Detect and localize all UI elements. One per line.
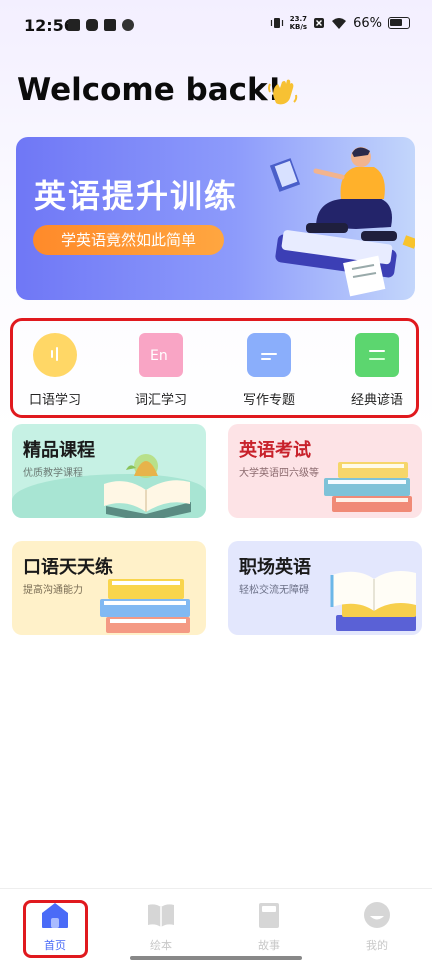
wechat-icon [122,19,134,31]
tab-label: 故事 [258,939,280,952]
no-sim-icon [314,18,325,28]
profile-icon [364,902,390,928]
notification-icon [68,19,80,31]
waving-hand-icon [268,79,298,105]
battery-icon [388,17,410,29]
open-book-icon [148,904,174,927]
home-indicator [130,956,302,960]
vibrate-icon [270,18,283,28]
status-bar: 12:56 23.7 KB/s 66% [0,0,432,50]
card-subtitle: 轻松交流无障碍 [239,585,309,596]
wifi-icon [332,17,347,29]
tab-stories[interactable]: 故事 [239,901,299,953]
card-english-exam[interactable]: 英语考试 大学英语四六级等 [228,424,422,518]
mail-icon [104,19,116,31]
card-title: 职场英语 [239,557,311,578]
category-label: 写作专题 [242,393,295,408]
tab-picture-books[interactable]: 绘本 [131,901,191,953]
category-vocabulary[interactable]: En 词汇学习 [116,333,206,408]
book-stack-illustration [324,462,412,512]
category-speaking[interactable]: 口语学习 [10,333,100,408]
card-premium-courses[interactable]: 精品课程 优质教学课程 [12,424,206,518]
card-title: 英语考试 [239,440,311,461]
open-book-illustration [330,571,416,631]
net-speed: 23.7 KB/s [289,15,308,31]
battery-percent: 66% [353,15,382,31]
promo-banner[interactable]: 英语提升训练 学英语竟然如此简单 [16,137,415,300]
tab-label: 我的 [366,939,388,952]
green-book-icon [355,333,399,377]
page-title: Welcome back! [17,72,282,108]
card-title: 精品课程 [23,440,95,461]
banner-title: 英语提升训练 [34,177,239,215]
en-book-icon: En [139,333,183,377]
tab-highlight-frame [23,900,88,958]
svg-text:En: En [150,348,168,364]
category-label: 口语学习 [28,393,81,408]
card-daily-speaking[interactable]: 口语天天练 提高沟通能力 [12,541,206,635]
category-label: 词汇学习 [134,393,187,408]
card-subtitle: 提高沟通能力 [23,585,83,596]
book-stack-illustration [100,579,190,633]
open-book-illustration [104,454,191,518]
notification-icon [86,19,98,31]
card-workplace-english[interactable]: 职场英语 轻松交流无障碍 [228,541,422,635]
banner-cta-button[interactable]: 学英语竟然如此简单 [33,225,224,255]
book-icon [259,903,279,928]
document-icon [247,333,291,377]
category-label: 经典谚语 [350,393,403,408]
banner-illustration [269,147,415,297]
category-proverbs[interactable]: 经典谚语 [332,333,422,408]
category-row: 口语学习 En 词汇学习 写作专题 经典谚语 [10,318,419,418]
tab-profile[interactable]: 我的 [347,901,407,953]
speech-bubble-icon [33,333,77,377]
tab-label: 绘本 [150,939,172,952]
category-writing[interactable]: 写作专题 [224,333,314,408]
